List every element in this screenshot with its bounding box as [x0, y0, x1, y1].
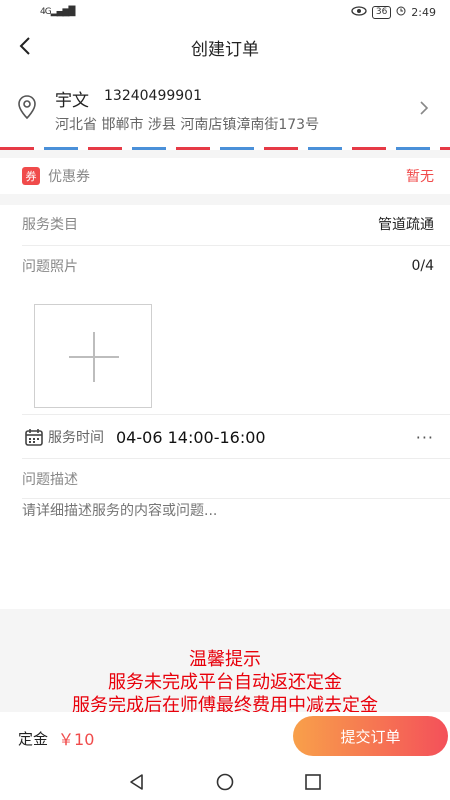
deposit-label: 定金 [18, 729, 49, 748]
photos-label: 问题照片 [22, 259, 78, 275]
divider [22, 498, 450, 499]
tips-title: 温馨提示 [189, 649, 261, 670]
divider [22, 458, 450, 459]
status-time: 2:49 [411, 5, 436, 19]
divider [22, 245, 450, 246]
more-options-icon[interactable]: ··· [416, 428, 434, 447]
signal-indicator: 4G▂▄▆█ [40, 7, 75, 17]
contact-name: 宇文 [55, 91, 89, 111]
service-category-value: 管道疏通 [378, 217, 434, 233]
page-title: 创建订单 [191, 39, 259, 60]
tips-line: 服务未完成平台自动返还定金 [108, 672, 342, 693]
clock-icon [396, 6, 406, 19]
order-form: 服务类目 管道疏通 问题照片 0/4 服务时间 04-06 14:00-16:0… [0, 205, 450, 609]
service-category-row[interactable]: 服务类目 管道疏通 [0, 205, 450, 243]
add-photo-button[interactable] [34, 304, 152, 408]
network-type: 4G [40, 7, 52, 17]
coupon-row[interactable]: 券 优惠券 暂无 [0, 158, 450, 194]
battery-level: 36 [371, 5, 392, 19]
service-time-label: 服务时间 [48, 430, 104, 446]
chevron-right-icon [420, 101, 429, 115]
coupon-value: 暂无 [406, 169, 434, 185]
nav-recents-icon[interactable] [303, 772, 323, 792]
address-detail: 河北省 邯郸市 涉县 河南店镇漳南街173号 [55, 117, 320, 133]
status-bar: 4G▂▄▆█ 36 2:49 [0, 0, 450, 24]
description-label-row: 问题描述 [0, 461, 450, 497]
service-time-value: 04-06 14:00-16:00 [116, 427, 266, 447]
description-input[interactable] [22, 503, 432, 519]
service-category-label: 服务类目 [22, 217, 78, 233]
nav-home-icon[interactable] [215, 772, 235, 792]
checkout-bar: 定金 ￥10 提交订单 [0, 712, 450, 764]
coupon-label: 优惠券 [48, 169, 90, 185]
warm-tips: 温馨提示 服务未完成平台自动返还定金 服务完成后在师傅最终费用中减去定金 [0, 648, 450, 717]
photos-count: 0/4 [411, 258, 434, 274]
address-stripe-decoration [0, 147, 450, 150]
nav-back-icon[interactable] [127, 772, 147, 792]
deposit-amount: ￥10 [58, 730, 95, 749]
photos-row: 问题照片 0/4 [0, 247, 450, 285]
back-arrow-icon[interactable] [14, 34, 38, 58]
system-navigation-bar [0, 764, 450, 800]
divider [22, 414, 450, 415]
service-time-row[interactable]: 服务时间 04-06 14:00-16:00 ··· [0, 418, 450, 456]
nav-bar: 创建订单 [0, 24, 450, 70]
eye-icon [351, 5, 367, 19]
submit-order-button[interactable]: 提交订单 [293, 716, 448, 756]
address-card[interactable]: 宇文 13240499901 河北省 邯郸市 涉县 河南店镇漳南街173号 [0, 70, 450, 150]
contact-phone: 13240499901 [104, 88, 202, 104]
calendar-icon [25, 429, 43, 446]
location-pin-icon [18, 95, 36, 120]
coupon-badge-icon: 券 [22, 167, 40, 185]
description-label: 问题描述 [22, 472, 78, 488]
